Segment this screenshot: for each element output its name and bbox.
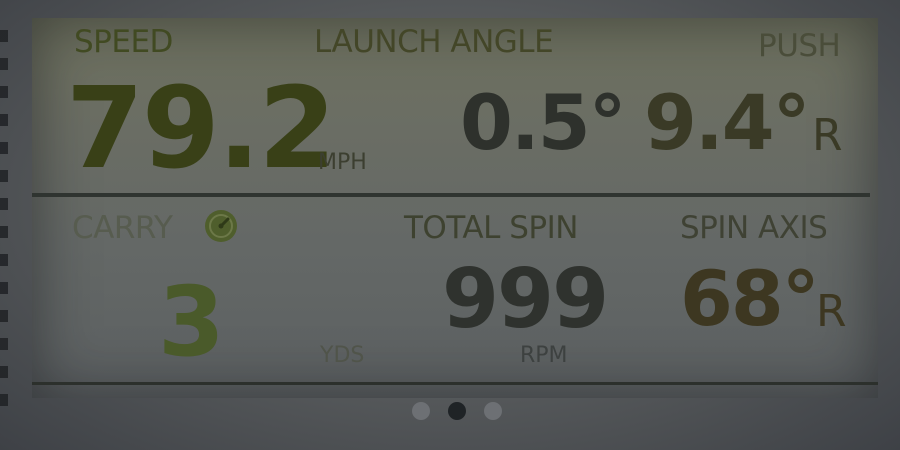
bottom-divider bbox=[32, 382, 878, 385]
carry-unit: YDS bbox=[320, 343, 365, 368]
launch-angle-value: 0.5° bbox=[460, 78, 627, 167]
spin-axis-direction: R bbox=[816, 286, 847, 337]
spin-axis-value: 68° bbox=[680, 254, 820, 343]
launch-angle-label: LAUNCH ANGLE bbox=[314, 24, 554, 60]
pace-dial-icon bbox=[205, 210, 237, 242]
bezel-edge-marks bbox=[0, 30, 8, 410]
push-label: PUSH bbox=[758, 28, 841, 64]
page-dot-1[interactable] bbox=[412, 402, 430, 420]
spin-axis-label: SPIN AXIS bbox=[680, 210, 828, 246]
push-value: 9.4° bbox=[644, 78, 811, 167]
speed-label: SPEED bbox=[74, 24, 173, 60]
page-dot-3[interactable] bbox=[484, 402, 502, 420]
push-direction: R bbox=[812, 110, 843, 161]
row-divider bbox=[32, 193, 870, 197]
page-indicator bbox=[412, 402, 512, 422]
total-spin-unit: RPM bbox=[520, 343, 568, 368]
carry-label: CARRY bbox=[72, 210, 173, 246]
total-spin-value: 999 bbox=[442, 252, 609, 347]
page-dot-2-active[interactable] bbox=[448, 402, 466, 420]
carry-value: 3 bbox=[158, 266, 225, 378]
total-spin-label: TOTAL SPIN bbox=[404, 210, 578, 246]
speed-unit: MPH bbox=[318, 150, 367, 175]
speed-value: 79.2 bbox=[66, 64, 336, 194]
